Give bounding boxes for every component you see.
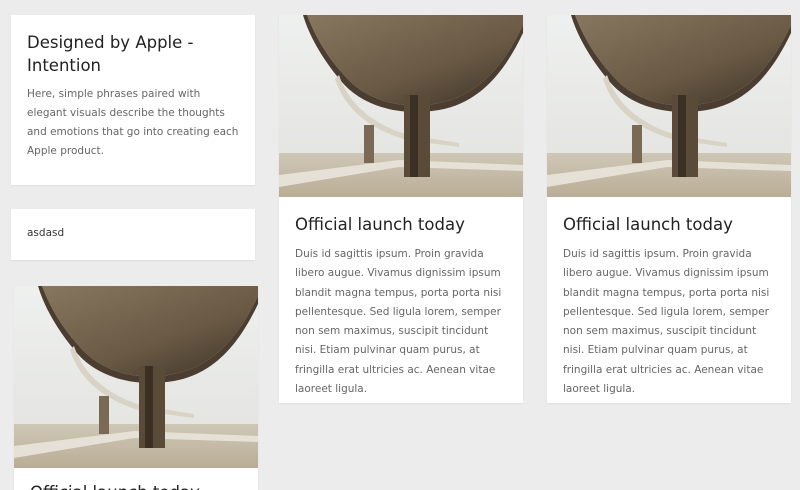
- card-title: Official launch today: [295, 215, 465, 234]
- card-body: Duis id sagittis ipsum. Proin gravida li…: [295, 248, 502, 396]
- mini-card-text: asdasd: [27, 227, 65, 239]
- card-body: Duis id sagittis ipsum. Proin gravida li…: [563, 248, 770, 396]
- card-image: [14, 286, 258, 468]
- card-title: Official launch today: [30, 482, 250, 490]
- intro-card-body: Here, simple phrases paired with elegant…: [27, 88, 239, 157]
- intro-card: Designed by Apple - Intention Here, simp…: [11, 15, 255, 185]
- image-card[interactable]: Official launch today Duis id sagittis i…: [279, 15, 523, 403]
- mini-card: asdasd: [11, 209, 255, 260]
- card-image: [547, 15, 791, 197]
- intro-card-title: Designed by Apple - Intention: [27, 33, 194, 75]
- image-card[interactable]: Official launch today Duis id sagittis i…: [547, 15, 791, 403]
- card-image: [279, 15, 523, 197]
- card-title: Official launch today: [563, 215, 733, 234]
- card-grid-page: Designed by Apple - Intention Here, simp…: [0, 0, 800, 490]
- image-card[interactable]: Official launch today: [14, 286, 258, 490]
